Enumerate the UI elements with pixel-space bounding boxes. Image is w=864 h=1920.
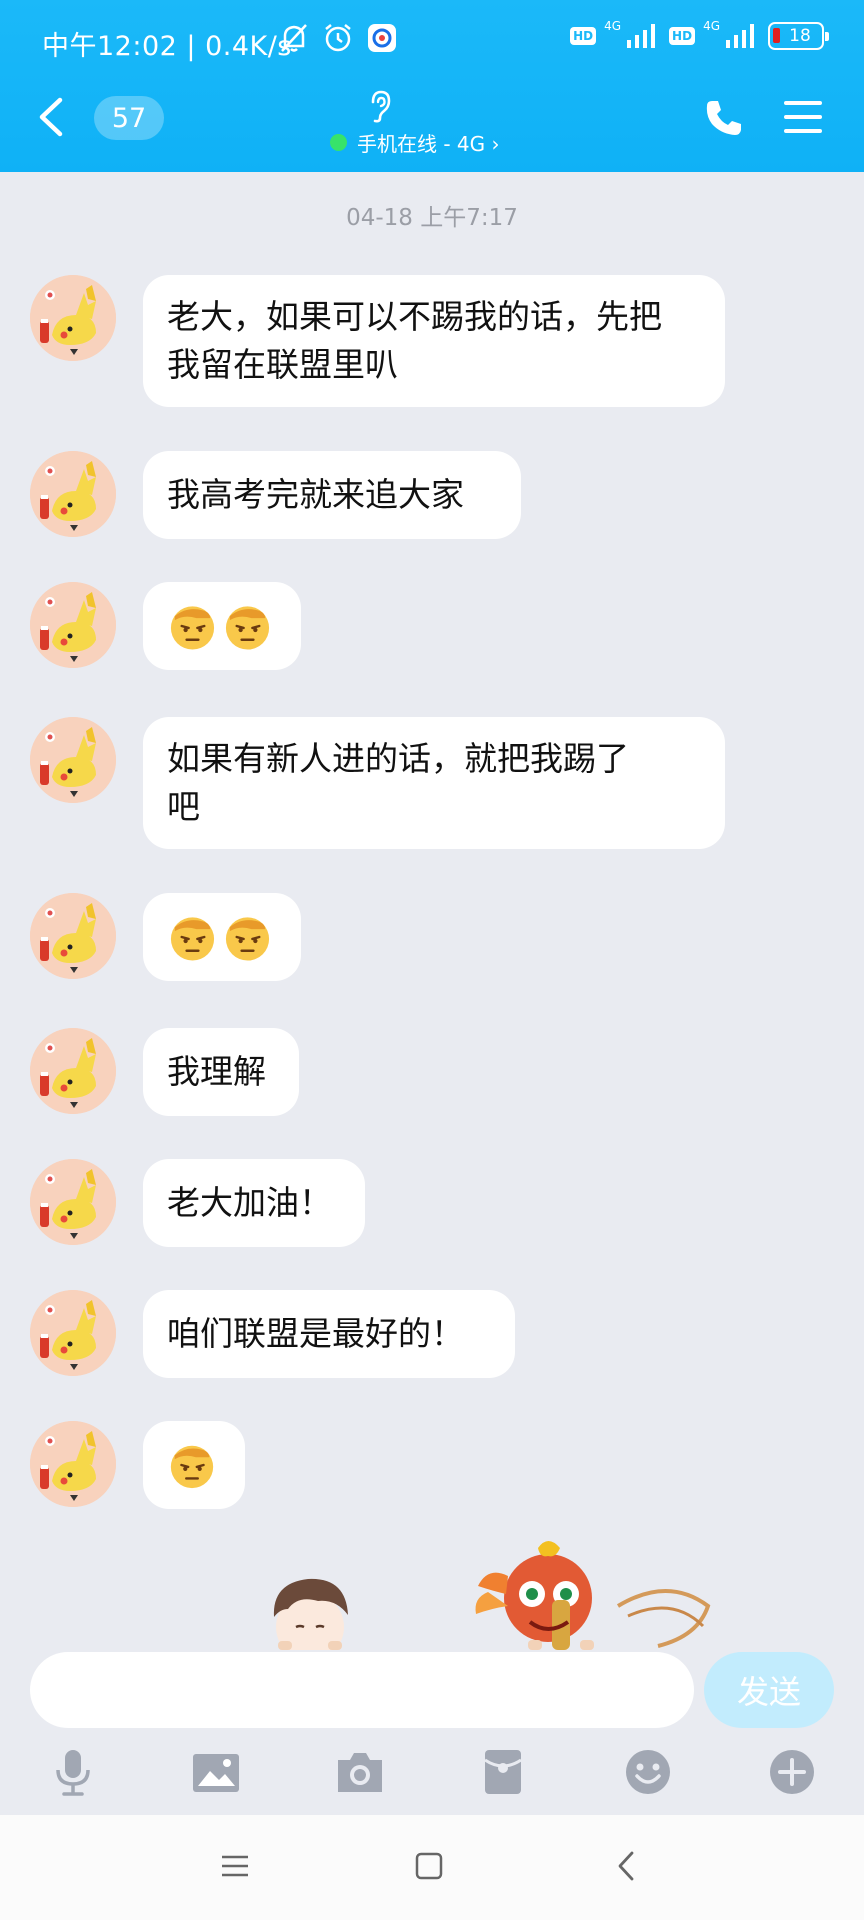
mute-bell-icon [281, 24, 307, 52]
sender-avatar[interactable] [30, 275, 116, 361]
camera-icon[interactable] [334, 1746, 386, 1798]
message-bubble[interactable]: 老大加油！ [143, 1159, 365, 1247]
message-row [0, 893, 864, 981]
message-row [0, 582, 864, 670]
image-icon[interactable] [190, 1746, 242, 1798]
salute-emoji-icon [170, 606, 215, 650]
pikachu-avatar-icon [30, 1028, 116, 1114]
chat-timestamp: 04-18 上午7:17 [346, 205, 518, 231]
menu-icon[interactable] [782, 96, 824, 138]
pikachu-avatar-icon [30, 451, 116, 537]
salute-emoji-icon [225, 917, 270, 961]
message-bubble[interactable]: 老大，如果可以不踢我的话，先把 我留在联盟里叭 [143, 275, 725, 407]
pikachu-avatar-icon [30, 1421, 116, 1507]
sender-avatar[interactable] [30, 893, 116, 979]
red-packet-icon[interactable] [477, 1746, 529, 1798]
sender-avatar[interactable] [30, 717, 116, 803]
message-row: 老大，如果可以不踢我的话，先把 我留在联盟里叭 [0, 275, 864, 407]
pikachu-avatar-icon [30, 1290, 116, 1376]
signal-icon [627, 24, 656, 48]
hd-badge-2: HD [669, 27, 696, 45]
message-row [0, 1421, 864, 1509]
message-text: 老大加油！ [167, 1183, 332, 1222]
message-bubble[interactable]: 我高考完就来追大家 [143, 451, 521, 539]
hd-badge: HD [570, 27, 597, 45]
message-text: 我理解 [167, 1052, 266, 1091]
input-toolbar [0, 1746, 864, 1806]
online-status[interactable]: 手机在线 - 4G › [330, 128, 500, 157]
sender-avatar[interactable] [30, 1028, 116, 1114]
chat-header: 中午12:02 | 0.4K/s HD 4G HD 4G 18 57 手机在线 … [0, 0, 864, 172]
online-dot [330, 134, 347, 151]
message-row: 老大加油！ [0, 1159, 864, 1247]
network-label: 4G [604, 19, 622, 33]
alarm-icon [325, 24, 351, 52]
signal-icon-2 [726, 24, 754, 48]
salute-emoji-icon [170, 917, 215, 961]
back-button[interactable] [30, 92, 74, 142]
message-row: 我理解 [0, 1028, 864, 1116]
message-input[interactable] [30, 1652, 694, 1728]
message-text: 老大，如果可以不踢我的话，先把 我留在联盟里叭 [167, 297, 662, 384]
battery-icon: 18 [768, 22, 829, 50]
message-row: 我高考完就来追大家 [0, 451, 864, 539]
emoji-bubble[interactable] [143, 582, 301, 670]
ear-icon[interactable] [364, 88, 396, 124]
send-button[interactable]: 发送 [704, 1652, 834, 1728]
battery-level [773, 28, 780, 43]
status-icons [276, 20, 400, 56]
sender-avatar[interactable] [30, 1421, 116, 1507]
pikachu-avatar-icon [30, 1159, 116, 1245]
boy-sticker-icon [273, 1578, 348, 1650]
home-icon[interactable] [412, 1849, 446, 1883]
message-bubble[interactable]: 如果有新人进的话，就把我踢了 吧 [143, 717, 725, 849]
pikachu-avatar-icon [30, 717, 116, 803]
message-row: 如果有新人进的话，就把我踢了 吧 [0, 717, 864, 849]
lion-dance-sticker-icon [475, 1541, 711, 1650]
message-text: 我高考完就来追大家 [167, 475, 464, 514]
plus-icon[interactable] [766, 1746, 818, 1798]
pikachu-avatar-icon [30, 275, 116, 361]
recent-apps-icon[interactable] [218, 1849, 252, 1883]
unread-count-badge[interactable]: 57 [94, 96, 164, 140]
emoji-icon[interactable] [622, 1746, 674, 1798]
message-text: 如果有新人进的话，就把我踢了 吧 [167, 739, 629, 826]
app-notification-icon [368, 24, 396, 52]
online-status-text: 手机在线 - 4G › [357, 132, 500, 156]
emoji-bubble[interactable] [143, 893, 301, 981]
status-right-group: HD 4G HD 4G 18 [570, 19, 829, 50]
sender-avatar[interactable] [30, 582, 116, 668]
sender-avatar[interactable] [30, 1159, 116, 1245]
sender-avatar[interactable] [30, 451, 116, 537]
message-text: 咱们联盟是最好的！ [167, 1314, 464, 1353]
salute-emoji-icon [225, 606, 270, 650]
chat-area[interactable]: 04-18 上午7:17 老大，如果可以不踢我的话，先把 我留在联盟里叭 我高考… [0, 172, 864, 1650]
network-label-2: 4G [703, 19, 720, 33]
message-row: 咱们联盟是最好的！ [0, 1290, 864, 1378]
system-nav-bar [0, 1815, 864, 1920]
back-nav-icon[interactable] [610, 1849, 644, 1883]
pikachu-avatar-icon [30, 582, 116, 668]
input-area: 发送 [0, 1650, 864, 1815]
phone-call-icon[interactable] [702, 96, 746, 140]
message-bubble[interactable]: 我理解 [143, 1028, 299, 1116]
battery-percent: 18 [789, 26, 811, 46]
sender-avatar[interactable] [30, 1290, 116, 1376]
message-bubble[interactable]: 咱们联盟是最好的！ [143, 1290, 515, 1378]
mic-icon[interactable] [47, 1746, 99, 1798]
status-time: 中午12:02 | 0.4K/s [42, 31, 292, 62]
pikachu-avatar-icon [30, 893, 116, 979]
status-bar: 中午12:02 | 0.4K/s HD 4G HD 4G 18 [0, 0, 864, 84]
emoji-bubble[interactable] [143, 1421, 245, 1509]
salute-emoji-icon [170, 1445, 214, 1489]
